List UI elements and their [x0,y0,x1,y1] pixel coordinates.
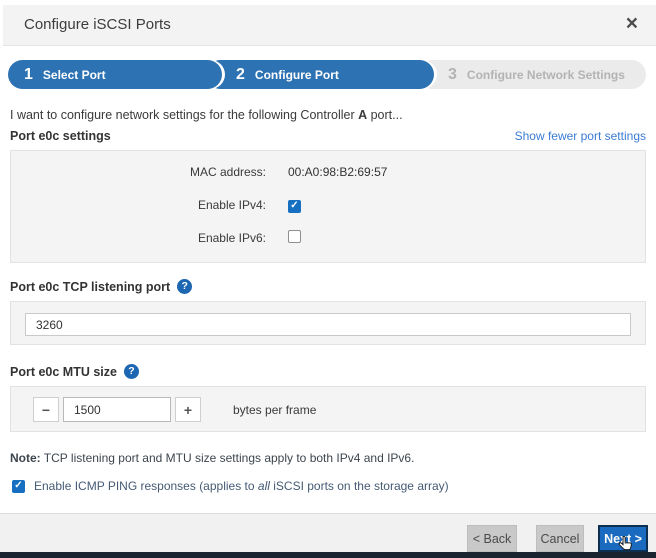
step-label: Configure Port [255,68,339,82]
dialog-header: Configure iSCSI Ports × [3,5,656,46]
back-button[interactable]: < Back [467,525,517,552]
mtu-heading-row: Port e0c MTU size ? [10,364,646,379]
wizard-step-select-port[interactable]: 1 Select Port [8,60,222,89]
icmp-ping-row: ✓ Enable ICMP PING responses (applies to… [12,479,449,493]
controller-letter: A [358,108,367,122]
tcp-port-heading: Port e0c TCP listening port [10,280,170,294]
intro-text: I want to configure network settings for… [10,108,403,122]
cancel-button[interactable]: Cancel [536,525,584,552]
tcp-port-heading-row: Port e0c TCP listening port ? [10,279,646,294]
step-label: Configure Network Settings [467,68,625,82]
tcp-port-help-icon[interactable]: ? [177,279,192,294]
note-text: Note: TCP listening port and MTU size se… [10,451,414,465]
mtu-decrement-button[interactable]: − [33,397,59,422]
bottom-edge-strip [0,552,656,558]
mtu-unit-label: bytes per frame [233,403,316,417]
icmp-ping-checkbox[interactable]: ✓ [12,480,25,493]
enable-ipv6-label: Enable IPv6: [11,231,266,245]
enable-ipv4-label: Enable IPv4: [11,198,266,212]
mac-address-row: MAC address: 00:A0:98:B2:69:57 [11,165,645,179]
mtu-increment-button[interactable]: + [175,397,201,422]
wizard-step-configure-network-settings: 3 Configure Network Settings [418,60,646,89]
dialog-footer: < Back Cancel Next > [0,513,656,552]
enable-ipv6-row: Enable IPv6: [11,230,645,246]
icmp-ping-label: Enable ICMP PING responses (applies to a… [34,479,449,493]
mtu-heading: Port e0c MTU size [10,365,117,379]
step-number: 3 [448,66,457,84]
mtu-panel: − + bytes per frame [10,386,646,432]
mac-address-value: 00:A0:98:B2:69:57 [288,165,387,179]
mac-address-label: MAC address: [11,165,266,179]
step-number: 1 [24,66,33,84]
configure-iscsi-ports-dialog: Configure iSCSI Ports × 1 Select Port 2 … [0,0,656,558]
port-settings-panel: MAC address: 00:A0:98:B2:69:57 Enable IP… [10,150,646,263]
tcp-port-panel [10,301,646,345]
enable-ipv4-row: Enable IPv4: ✓ [11,197,645,213]
mtu-input[interactable] [63,397,171,422]
tcp-port-input[interactable] [25,313,631,336]
enable-ipv4-checkbox[interactable]: ✓ [288,200,301,213]
next-button[interactable]: Next > [598,525,648,552]
step-number: 2 [236,66,245,84]
dialog-title: Configure iSCSI Ports [24,16,171,33]
close-icon[interactable]: × [626,13,638,34]
port-settings-heading: Port e0c settings [10,129,111,143]
mtu-stepper: − + bytes per frame [33,397,316,422]
wizard-steps: 1 Select Port 2 Configure Port 3 Configu… [8,60,646,89]
mtu-help-icon[interactable]: ? [124,364,139,379]
wizard-step-configure-port[interactable]: 2 Configure Port [206,60,434,89]
port-settings-heading-row: Port e0c settings Show fewer port settin… [10,129,646,143]
enable-ipv6-checkbox[interactable] [288,230,301,243]
show-fewer-port-settings-link[interactable]: Show fewer port settings [515,129,646,143]
step-label: Select Port [43,68,106,82]
